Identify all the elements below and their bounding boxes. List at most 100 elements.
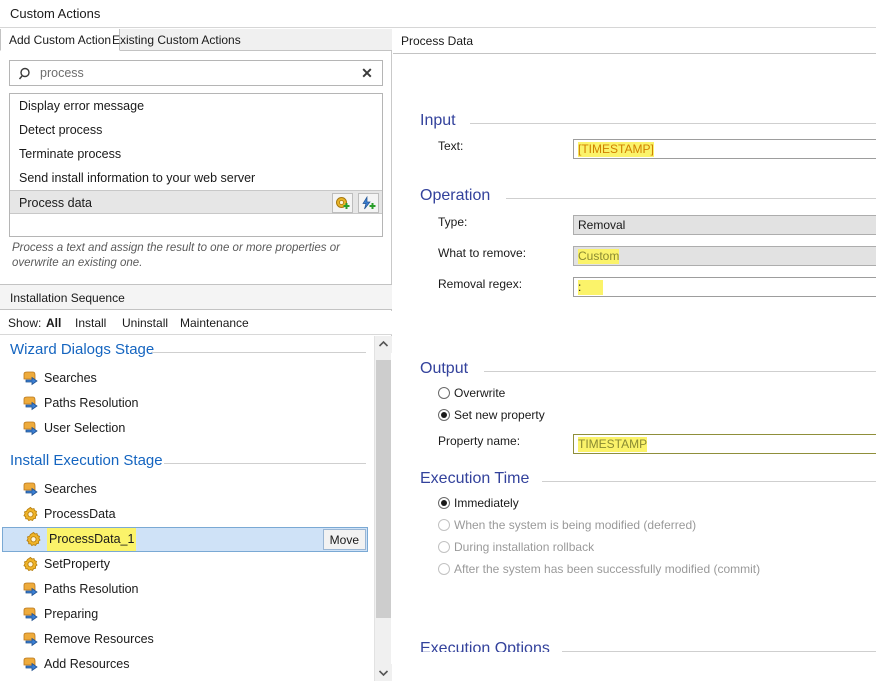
group-rule <box>470 123 876 124</box>
tree-node-label: Preparing <box>44 607 99 621</box>
type-select-value: Removal <box>578 218 626 232</box>
group-rule <box>484 371 876 372</box>
dialog-arrow-icon <box>22 395 39 412</box>
tree-scrollbar[interactable] <box>374 336 392 681</box>
tab-add-custom-action[interactable]: Add Custom Action <box>0 29 121 51</box>
tree-node-searches-exec[interactable]: Searches <box>0 477 392 502</box>
text-field[interactable]: [TIMESTAMP] <box>573 139 876 159</box>
group-title: Execution Time <box>420 470 530 487</box>
removal-regex-field[interactable]: : <box>573 277 876 297</box>
tree-node-processdata[interactable]: ProcessData <box>0 502 392 527</box>
show-filter-row: Show: All Install Uninstall Maintenance <box>0 311 392 335</box>
list-item-selected[interactable]: Process data <box>10 190 382 214</box>
dialog-arrow-icon <box>22 481 39 498</box>
show-filter-uninstall[interactable]: Uninstall <box>122 316 168 330</box>
right-panel: Process Data Input Text: [TIMESTAMP] Ope… <box>393 29 876 652</box>
row-actions <box>330 193 379 213</box>
tree-node-processdata-1-selected[interactable]: ProcessData_1 Move <box>2 527 368 552</box>
tree-node-user-selection[interactable]: User Selection <box>0 416 392 441</box>
stage-title: Install Execution Stage <box>10 452 163 469</box>
show-filter-maintenance[interactable]: Maintenance <box>180 316 249 330</box>
tree-node-label: ProcessData_1 <box>47 528 137 551</box>
tab-strip: Add Custom Action Existing Custom Action… <box>0 29 392 51</box>
tree-node-label: Paths Resolution <box>44 396 139 410</box>
tree-node-setproperty[interactable]: SetProperty <box>0 552 392 577</box>
radio-rollback: During installation rollback <box>438 540 594 554</box>
radio-mark <box>438 497 450 509</box>
search-results-list: Display error message Detect process Ter… <box>9 93 383 237</box>
installation-sequence-title: Installation Sequence <box>10 291 125 305</box>
scrollbar-thumb[interactable] <box>376 360 391 618</box>
add-action-sequence-icon[interactable] <box>358 193 379 213</box>
window-titlebar: Custom Actions <box>0 0 876 28</box>
list-item[interactable]: Terminate process <box>10 142 382 166</box>
tree-node-paths-resolution[interactable]: Paths Resolution <box>0 391 392 416</box>
search-box[interactable]: ✕ <box>9 60 383 86</box>
tree-node-remove-resources[interactable]: Remove Resources <box>0 627 392 652</box>
tree-node-label: Paths Resolution <box>44 582 139 596</box>
list-item[interactable]: Detect process <box>10 118 382 142</box>
process-data-header: Process Data <box>393 29 876 54</box>
chevron-up-icon[interactable] <box>375 336 392 353</box>
group-rule <box>542 481 876 482</box>
text-field-value: [TIMESTAMP] <box>578 142 654 157</box>
custom-actions-window: Custom Actions Add Custom Action Existin… <box>0 0 876 681</box>
tree-node-finish-execution[interactable]: Finish Execution <box>0 677 392 681</box>
chevron-down-icon[interactable] <box>375 664 392 681</box>
property-name-value: TIMESTAMP <box>578 437 648 452</box>
stage-header-install-execution: Install Execution Stage <box>0 449 392 477</box>
dialog-arrow-icon <box>22 656 39 673</box>
what-to-remove-select[interactable]: Custom <box>573 246 876 266</box>
radio-deferred: When the system is being modified (defer… <box>438 518 696 532</box>
group-title: Input <box>420 112 456 129</box>
radio-mark <box>438 563 450 575</box>
tree-node-paths-resolution-exec[interactable]: Paths Resolution <box>0 577 392 602</box>
stage-header-wizard-dialogs: Wizard Dialogs Stage <box>0 338 392 366</box>
tree-node-label: Add Resources <box>44 657 130 671</box>
radio-overwrite[interactable]: Overwrite <box>438 386 505 400</box>
left-panel: Add Custom Action Existing Custom Action… <box>0 29 392 681</box>
radio-set-new-property[interactable]: Set new property <box>438 408 545 422</box>
tree-node-label: ProcessData <box>44 507 116 521</box>
add-custom-action-icon[interactable] <box>331 193 353 213</box>
tree-node-searches[interactable]: Searches <box>0 366 392 391</box>
tree-node-label: Searches <box>44 371 97 385</box>
radio-commit-label: After the system has been successfully m… <box>454 562 761 576</box>
property-name-field[interactable]: TIMESTAMP <box>573 434 876 454</box>
gear-icon <box>22 506 39 523</box>
group-title: Operation <box>420 187 491 204</box>
radio-mark <box>438 409 450 421</box>
move-button[interactable]: Move <box>322 529 366 550</box>
radio-immediately-label: Immediately <box>454 496 519 510</box>
show-filter-all[interactable]: All <box>46 316 61 330</box>
show-filter-install[interactable]: Install <box>75 316 106 330</box>
stage-rule <box>164 463 366 464</box>
stage-title: Wizard Dialogs Stage <box>10 341 155 358</box>
tree-node-label: Searches <box>44 482 97 496</box>
list-item[interactable]: Send install information to your web ser… <box>10 166 382 190</box>
tree-node-add-resources[interactable]: Add Resources <box>0 652 392 677</box>
radio-commit: After the system has been successfully m… <box>438 562 760 576</box>
process-data-title: Process Data <box>401 34 474 48</box>
tree-node-label: SetProperty <box>44 557 111 571</box>
tab-existing-custom-actions[interactable]: Existing Custom Actions <box>104 29 249 51</box>
group-title: Execution Options <box>420 640 550 652</box>
what-to-remove-label: What to remove: <box>438 246 527 260</box>
search-input[interactable] <box>40 61 352 85</box>
radio-immediately[interactable]: Immediately <box>438 496 519 510</box>
dialog-arrow-icon <box>22 370 39 387</box>
tree-node-label: Remove Resources <box>44 632 154 646</box>
list-item-label: Display error message <box>19 99 145 113</box>
list-item[interactable]: Display error message <box>10 94 382 118</box>
type-select[interactable]: Removal <box>573 215 876 235</box>
installation-sequence-header: Installation Sequence <box>0 284 392 310</box>
dialog-arrow-icon <box>22 420 39 437</box>
removal-regex-label: Removal regex: <box>438 277 523 291</box>
tree-node-preparing[interactable]: Preparing <box>0 602 392 627</box>
window-title: Custom Actions <box>10 6 101 21</box>
process-data-form: Input Text: [TIMESTAMP] Operation Type: … <box>393 55 876 652</box>
group-rule <box>506 198 876 199</box>
radio-deferred-label: When the system is being modified (defer… <box>454 518 697 532</box>
dialog-arrow-icon <box>22 606 39 623</box>
close-icon[interactable]: ✕ <box>359 65 375 81</box>
